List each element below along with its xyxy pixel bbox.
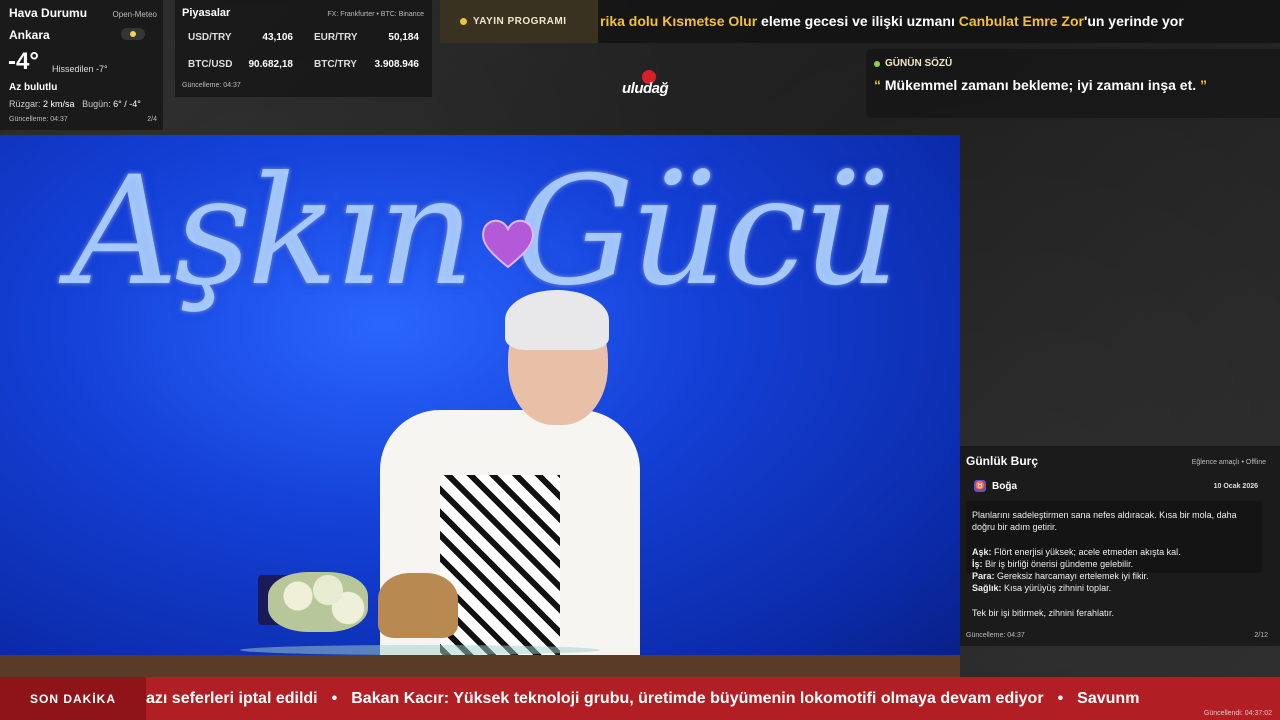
horoscope-line-label: Sağlık: <box>972 583 1002 593</box>
schedule-dot-icon <box>460 18 467 25</box>
horoscope-date: 10 Ocak 2026 <box>1213 482 1258 490</box>
horoscope-widget: Günlük Burç Eğlence amaçlı • Offline ♉ B… <box>960 446 1280 646</box>
news-item: azı seferleri iptal edildi <box>146 690 318 707</box>
market-key: BTC/USD <box>188 59 233 70</box>
news-item: Savunm <box>1077 690 1140 707</box>
ticker-updated: Güncellendi: 04:37:02 <box>1203 710 1272 717</box>
schedule-text-part: Canbulat Emre Zor <box>958 13 1084 29</box>
partly-sunny-icon <box>121 28 145 40</box>
quote-text-row: “ Mükemmel zamanı bekleme; iyi zamanı in… <box>874 77 1272 93</box>
news-separator: • <box>1057 690 1064 707</box>
schedule-badge: YAYIN PROGRAMI <box>440 0 598 43</box>
weather-temperature: -4° <box>8 48 39 75</box>
horoscope-page-indicator: 2/12 <box>1254 632 1268 639</box>
today-label: Bugün: <box>82 99 111 109</box>
schedule-badge-label: YAYIN PROGRAMI <box>473 16 567 27</box>
quote-text: Mükemmel zamanı bekleme; iyi zamanı inşa… <box>884 77 1197 93</box>
market-row: USD/TRY 43,106 <box>188 32 293 43</box>
market-value: 50,184 <box>388 32 419 43</box>
horoscope-line-label: İş: <box>972 559 983 569</box>
markets-widget: Piyasalar FX: Frankfurter • BTC: Binance… <box>175 0 432 97</box>
schedule-ticker: YAYIN PROGRAMI rika dolu Kısmetse Olur e… <box>440 0 1280 43</box>
studio-table <box>240 645 600 655</box>
heart-icon <box>482 219 534 269</box>
schedule-text-part: 'un yerinde yor <box>1083 13 1184 29</box>
wind-label: Rüzgar: <box>9 99 41 109</box>
market-row: EUR/TRY 50,184 <box>314 32 419 43</box>
weather-feels-like: Hissedilen -7° <box>52 64 108 74</box>
quote-title-row: GÜNÜN SÖZÜ <box>874 58 1272 69</box>
horoscope-line-text: Gereksiz harcamayı ertelemek iyi fikir. <box>994 571 1149 581</box>
horoscope-sign: Boğa <box>992 480 1017 492</box>
quote-widget: GÜNÜN SÖZÜ “ Mükemmel zamanı bekleme; iy… <box>866 49 1280 118</box>
market-key: EUR/TRY <box>314 32 358 43</box>
horoscope-line: Sağlık: Kısa yürüyüş zihnini toplar. <box>972 582 1256 594</box>
schedule-text-part: rika dolu Kısmetse Olur <box>600 13 758 29</box>
weather-details: Rüzgar: 2 km/sa Bugün: 6° / -4° <box>9 99 141 109</box>
breaking-news-text: azı seferleri iptal edildi • Bakan Kacır: … <box>146 677 1139 720</box>
today-value: 6° / -4° <box>113 99 141 109</box>
horoscope-updated: Güncelleme: 04:37 <box>966 632 1025 639</box>
horoscope-sign-row: ♉ Boğa 10 Ocak 2026 <box>968 477 1268 495</box>
horoscope-line-text: Flört enerjisi yüksek; acele etmeden akı… <box>991 547 1181 557</box>
news-separator: • <box>331 690 338 707</box>
host-hair <box>505 290 609 350</box>
markets-updated: Güncelleme: 04:37 <box>182 82 241 89</box>
market-row: BTC/USD 90.682,18 <box>188 59 293 70</box>
video-player[interactable]: Aşkın Gücü <box>0 135 960 677</box>
weather-page-indicator: 2/4 <box>147 116 157 123</box>
horoscope-line-text: Kısa yürüyüş zihnini toplar. <box>1001 583 1112 593</box>
horoscope-note: Eğlence amaçlı • Offline <box>1191 459 1266 466</box>
horoscope-line: Aşk: Flört enerjisi yüksek; acele etmede… <box>972 546 1256 558</box>
horoscope-line-label: Aşk: <box>972 547 992 557</box>
studio-floor <box>0 655 960 677</box>
close-quote-mark: ” <box>1200 77 1208 93</box>
breaking-news-badge: SON DAKİKA <box>0 677 146 720</box>
horoscope-line: İş: Bir iş birliği önerisi gündeme geleb… <box>972 558 1256 570</box>
schedule-text: rika dolu Kısmetse Olur eleme gecesi ve … <box>600 0 1184 43</box>
weather-condition: Az bulutlu <box>9 82 58 93</box>
flower-arrangement <box>268 572 368 632</box>
quote-title: GÜNÜN SÖZÜ <box>885 58 953 69</box>
horoscope-line: Para: Gereksiz harcamayı ertelemek iyi f… <box>972 570 1256 582</box>
taurus-icon: ♉ <box>974 480 986 492</box>
market-key: USD/TRY <box>188 32 232 43</box>
market-value: 3.908.946 <box>374 59 420 70</box>
market-row: BTC/TRY 3.908.946 <box>314 59 419 70</box>
horoscope-line-text: Bir iş birliği önerisi gündeme gelebilir… <box>982 559 1134 569</box>
quote-dot-icon <box>874 60 880 67</box>
horoscope-line-label: Para: <box>972 571 995 581</box>
market-key: BTC/TRY <box>314 59 357 70</box>
weather-updated: Güncelleme: 04:37 <box>9 116 68 123</box>
weather-widget: Hava Durumu Open-Meteo Ankara -4° Hissed… <box>0 0 163 130</box>
logo-text: uludağ <box>622 80 669 97</box>
horoscope-tip: Tek bir işi bitirmek, zihnini ferahlatır… <box>972 608 1115 618</box>
market-value: 90.682,18 <box>248 59 294 70</box>
markets-source: FX: Frankfurter • BTC: Binance <box>327 11 424 18</box>
wind-value: 2 km/sa <box>43 99 75 109</box>
weather-source: Open-Meteo <box>112 10 157 19</box>
breaking-news-ticker: SON DAKİKA azı seferleri iptal edildi • Ba… <box>0 677 1280 720</box>
channel-logo: uludağ <box>619 70 681 104</box>
schedule-text-part: eleme gecesi ve ilişki uzmanı <box>757 13 959 29</box>
news-item: Bakan Kacır: Yüksek teknoloji grubu, üre… <box>351 690 1044 707</box>
vase <box>378 573 458 638</box>
open-quote-mark: “ <box>874 77 881 93</box>
market-value: 43,106 <box>262 32 293 43</box>
horoscope-details: Aşk: Flört enerjisi yüksek; acele etmede… <box>966 546 1262 594</box>
